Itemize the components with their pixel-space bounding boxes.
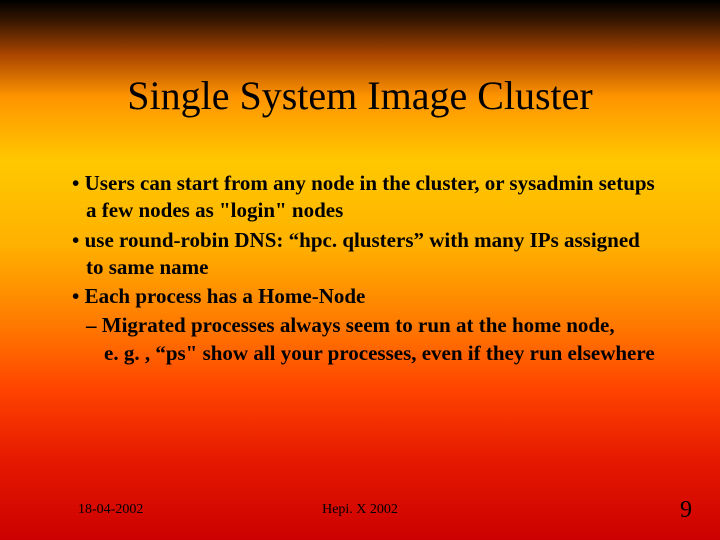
slide-title: Single System Image Cluster bbox=[0, 72, 720, 119]
slide: Single System Image Cluster • Users can … bbox=[0, 0, 720, 540]
footer-date: 18-04-2002 bbox=[78, 502, 143, 518]
bullet-item: • Each process has a Home-Node bbox=[72, 283, 660, 310]
slide-body: • Users can start from any node in the c… bbox=[72, 170, 660, 369]
bullet-item: • use round-robin DNS: “hpc. qlusters” w… bbox=[72, 227, 660, 282]
bullet-item: • Users can start from any node in the c… bbox=[72, 170, 660, 225]
sub-bullet-item: – Migrated processes always seem to run … bbox=[72, 312, 660, 367]
footer-page-number: 9 bbox=[680, 497, 692, 524]
footer-venue: Hepi. X 2002 bbox=[322, 502, 398, 518]
